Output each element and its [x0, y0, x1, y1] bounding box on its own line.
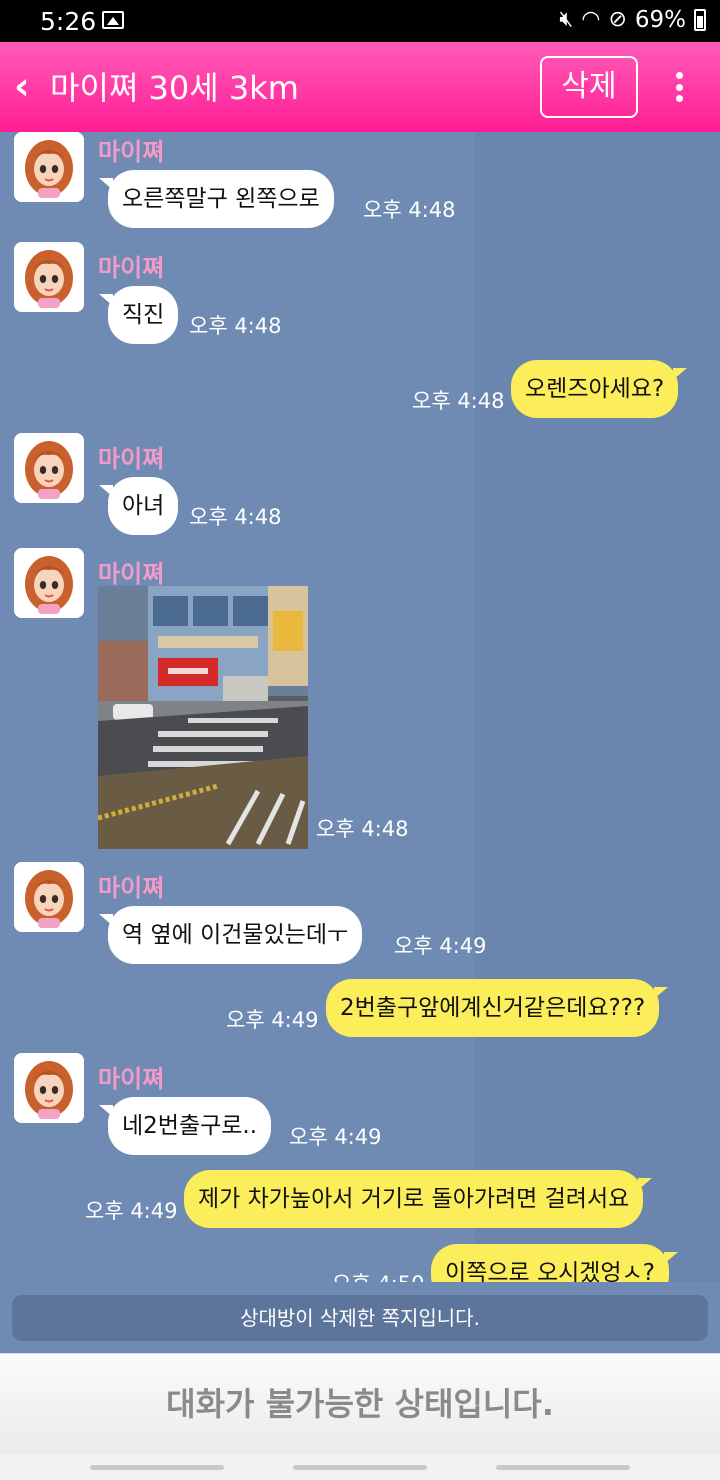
sender-name: 마이쪄 [98, 138, 165, 166]
battery-icon [694, 9, 706, 31]
chat-header: ‹ 마이쪄 30세 3km 삭제 [0, 42, 720, 132]
back-icon[interactable]: ‹ [14, 62, 30, 110]
battery-percent: 69% [634, 7, 686, 33]
status-bar: 5:26 🔇︎ ◠ ⊘ 69% [0, 0, 720, 42]
girl-avatar-icon [14, 548, 84, 618]
message-bubble[interactable]: 오렌즈아세요? [511, 360, 688, 418]
sender-name: 마이쪄 [98, 874, 165, 902]
mute-icon: 🔇︎ [559, 7, 574, 32]
sender-avatar[interactable] [14, 433, 84, 503]
sender-name: 마이쪄 [98, 445, 165, 473]
sender-name: 마이쪄 [98, 1065, 165, 1093]
message-time: 오후 4:49 [85, 1199, 178, 1223]
sender-avatar[interactable] [14, 1053, 84, 1123]
message-time: 오후 4:48 [363, 198, 456, 222]
chat-input-area: 대화가 불가능한 상태입니다. [0, 1353, 720, 1453]
sender-avatar[interactable] [14, 132, 84, 202]
message-time: 오후 4:48 [189, 505, 282, 529]
message-bubble[interactable]: 직진 [98, 286, 179, 344]
sender-name: 마이쪄 [98, 254, 165, 282]
nav-back-button[interactable] [496, 1465, 630, 1470]
message-bubble[interactable]: 아녀 [98, 477, 179, 535]
nav-recent-button[interactable] [90, 1465, 224, 1470]
status-icons: 🔇︎ ◠ ⊘ 69% [559, 7, 706, 33]
girl-avatar-icon [14, 862, 84, 932]
girl-avatar-icon [14, 1053, 84, 1123]
girl-avatar-icon [14, 433, 84, 503]
chat-unavailable-text: 대화가 불가능한 상태입니다. [166, 1385, 554, 1423]
more-options-icon[interactable] [672, 72, 686, 102]
delete-button[interactable]: 삭제 [540, 56, 638, 118]
girl-avatar-icon [14, 132, 84, 202]
message-time: 오후 4:48 [316, 817, 409, 841]
wifi-icon: ◠ [581, 7, 601, 32]
do-not-disturb-icon: ⊘ [608, 7, 627, 32]
message-time: 오후 4:48 [412, 389, 505, 413]
message-bubble[interactable]: 네2번출구로.. [98, 1097, 272, 1155]
chat-area[interactable]: 마이쪄 오른쪽말구 왼쪽으로 오후 4:48 마이쪄 직진 오후 4:48 오후… [0, 132, 720, 1282]
chat-title: 마이쪄 30세 3km [50, 69, 299, 107]
message-time: 오후 4:48 [189, 314, 282, 338]
sender-avatar[interactable] [14, 862, 84, 932]
gallery-icon [102, 11, 124, 29]
navigation-bar [0, 1453, 720, 1480]
street-photo-image [98, 586, 308, 849]
message-bubble[interactable]: 제가 차가높아서 거기로 돌아가려면 걸려서요 [184, 1170, 653, 1228]
message-time: 오후 4:50 [332, 1268, 424, 1282]
message-time: 오후 4:49 [394, 934, 487, 958]
girl-avatar-icon [14, 242, 84, 312]
sender-avatar[interactable] [14, 548, 84, 618]
message-bubble[interactable]: 2번출구앞에계신거같은데요??? [326, 979, 669, 1037]
message-bubble[interactable]: 이쪽으로 오시겠엉ㅅ? [431, 1244, 678, 1282]
deleted-message-notice: 상대방이 삭제한 쪽지입니다. [12, 1295, 708, 1341]
sender-avatar[interactable] [14, 242, 84, 312]
sender-name: 마이쪄 [98, 560, 165, 588]
message-bubble[interactable]: 역 옆에 이건물있는데ㅜ [98, 906, 363, 964]
message-bubble[interactable]: 오른쪽말구 왼쪽으로 [99, 170, 334, 228]
status-time: 5:26 [40, 7, 97, 36]
nav-home-button[interactable] [293, 1465, 427, 1470]
street-photo[interactable] [98, 586, 308, 849]
message-time: 오후 4:49 [226, 1008, 319, 1032]
message-time: 오후 4:49 [289, 1125, 382, 1149]
